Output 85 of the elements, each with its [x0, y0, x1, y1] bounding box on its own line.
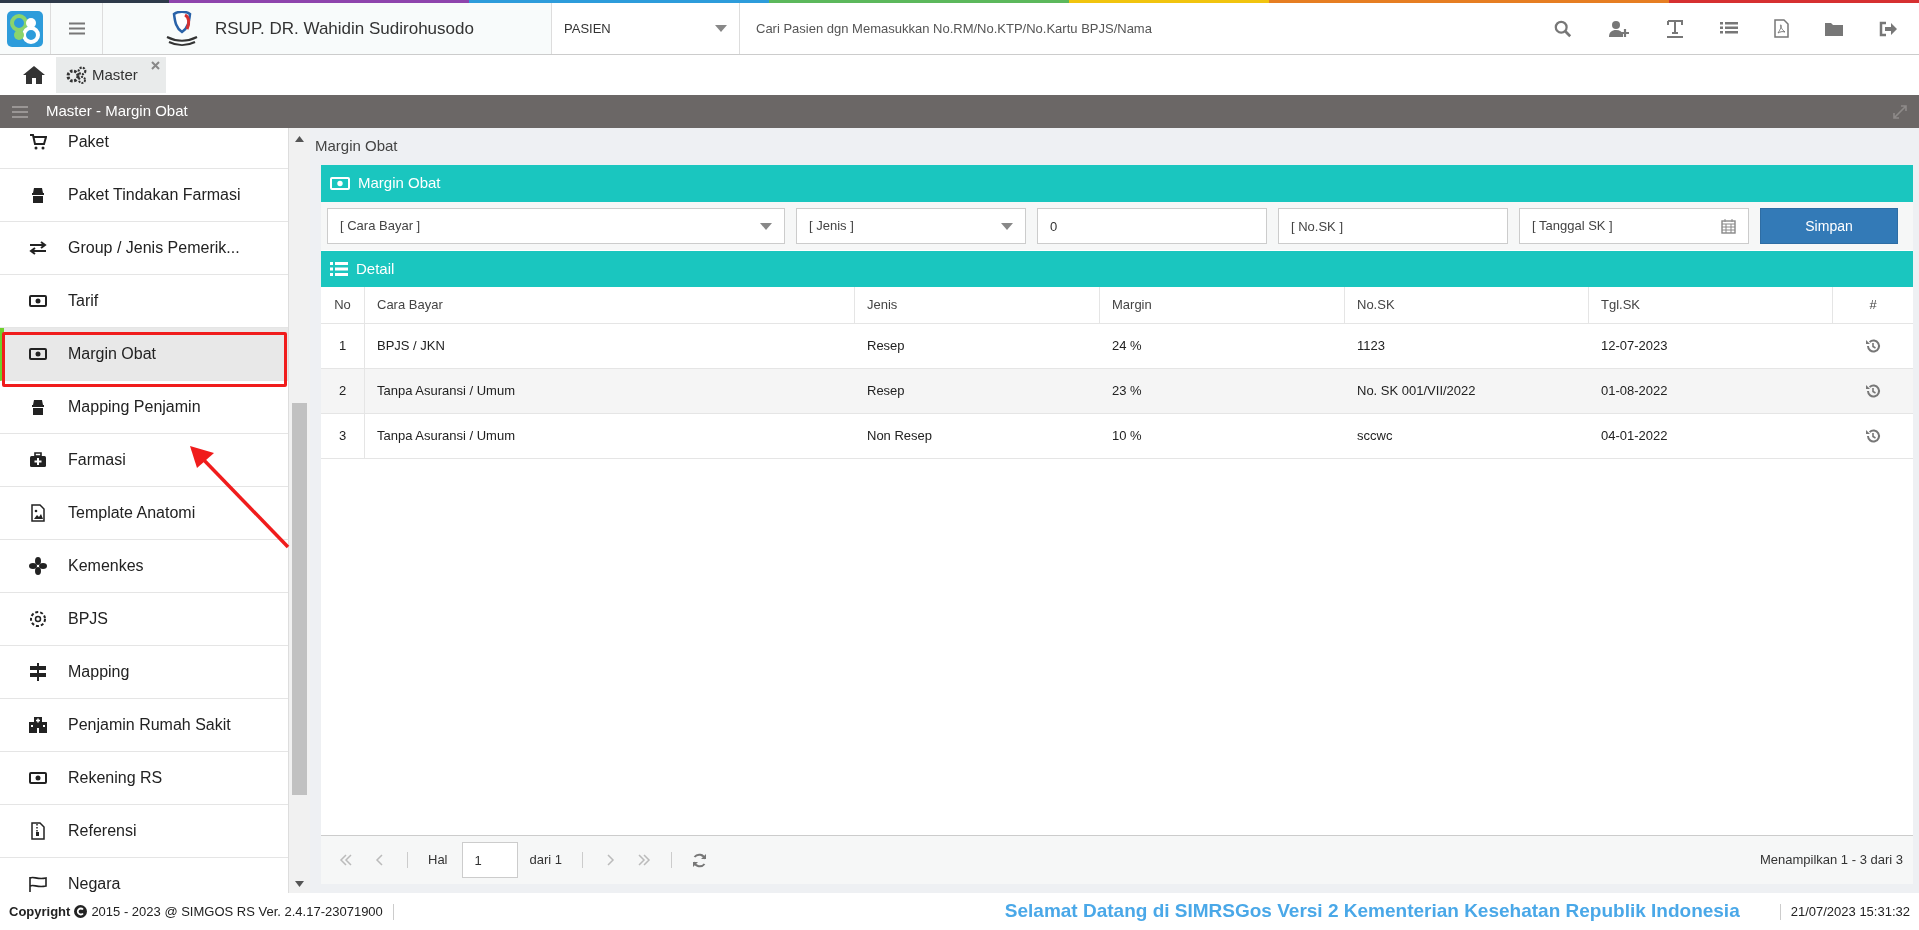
page-count: dari 1 — [529, 851, 563, 870]
history-icon[interactable] — [1865, 428, 1881, 444]
record-count: Menampilkan 1 - 3 dari 3 — [1759, 851, 1903, 870]
save-button[interactable]: Simpan — [1760, 208, 1898, 244]
page-label: Hal — [428, 851, 448, 870]
text-size-icon[interactable] — [1666, 18, 1684, 39]
caret-icon — [1001, 222, 1013, 230]
add-user-icon[interactable] — [1608, 19, 1630, 38]
panel-header: Detail — [321, 251, 1913, 287]
copyright-text: 2015 - 2023 @ SIMGOS RS Ver. 2.4.17-23071900 — [91, 902, 383, 921]
money-icon — [330, 177, 350, 190]
no-sk-field[interactable]: [ No.SK ] — [1278, 208, 1508, 244]
scroll-up-icon[interactable] — [295, 136, 304, 142]
table-cell-text: sccwc — [1356, 427, 1394, 446]
hospital-name: RSUP. DR. Wahidin Sudirohusodo — [215, 17, 474, 40]
list-icon[interactable] — [1720, 20, 1738, 37]
table-cell-text: 24 % — [1111, 337, 1143, 356]
hospital-logo-icon — [165, 10, 199, 47]
column-header: No — [321, 287, 365, 323]
medkit-icon — [29, 452, 47, 468]
search-icon[interactable] — [1554, 19, 1572, 38]
table-cell: 3 — [321, 414, 365, 458]
page-title: Master - Margin Obat — [46, 101, 189, 122]
pdf-file-icon[interactable] — [1774, 19, 1789, 38]
cart-icon — [29, 134, 47, 150]
copyright-label: Copyright — [9, 902, 71, 921]
folder-icon[interactable] — [1825, 21, 1843, 36]
table-cell-text: Tanpa Asuransi / Umum — [376, 427, 516, 446]
menu-icon — [68, 22, 85, 35]
home-icon — [22, 65, 46, 85]
column-header: No.SK — [1345, 287, 1589, 323]
cara-bayar-select[interactable]: [ Cara Bayar ] — [327, 208, 785, 244]
table-cell-text: Tanpa Asuransi / Umum — [376, 382, 516, 401]
table-cell-text: 23 % — [1111, 382, 1143, 401]
refresh-icon[interactable] — [692, 852, 708, 868]
list-icon — [330, 262, 348, 276]
table-cell-text: Resep — [866, 382, 906, 401]
column-header: Tgl.SK — [1589, 287, 1833, 323]
image-file-icon — [31, 504, 45, 522]
signpost-icon — [29, 663, 47, 681]
scroll-down-icon[interactable] — [295, 881, 304, 887]
flower-logo-icon — [29, 557, 47, 575]
column-header: # — [1868, 296, 1878, 315]
table-cell-text: 12-07-2023 — [1600, 337, 1669, 356]
money-icon — [29, 295, 47, 307]
history-icon[interactable] — [1865, 338, 1881, 354]
app-logo-icon — [6, 9, 44, 48]
table-cell: 1 — [321, 324, 365, 368]
column-header: Cara Bayar — [365, 287, 855, 323]
calendar-icon — [1721, 218, 1736, 234]
table-cell: 2 — [321, 369, 365, 413]
caret-icon — [760, 222, 772, 230]
margin-field[interactable]: 0 — [1037, 208, 1267, 244]
breadcrumb: Margin Obat — [315, 136, 398, 157]
table-cell-text: 04-01-2022 — [1600, 427, 1669, 446]
table-cell-text: No. SK 001/VII/2022 — [1356, 382, 1477, 401]
tab[interactable]: Master — [56, 57, 166, 93]
panel-header: Margin Obat — [321, 165, 1913, 202]
exchange-icon — [29, 241, 47, 255]
jenis-select[interactable]: [ Jenis ] — [796, 208, 1026, 244]
table-cell-text: Resep — [866, 337, 906, 356]
table-cell-text: 10 % — [1111, 427, 1143, 446]
welcome-text: Selamat Datang di SIMRSGos Versi 2 Kementerian Kesehatan Republik Indonesia — [1004, 899, 1740, 924]
column-header: Jenis — [855, 287, 1100, 323]
table-cell-text: Non Resep — [866, 427, 934, 446]
sidebar-item[interactable]: Margin Obat — [0, 328, 288, 381]
scrollbar[interactable] — [289, 128, 310, 893]
money-icon — [29, 348, 47, 360]
copyright-icon — [74, 905, 88, 918]
logout-icon[interactable] — [1879, 20, 1897, 37]
flag-icon — [29, 876, 47, 892]
hospital-icon — [29, 717, 47, 733]
caret-icon — [715, 24, 727, 33]
table-cell-text: 1123 — [1356, 337, 1386, 356]
zip-file-icon — [31, 822, 45, 840]
dotted-ring-icon — [29, 610, 47, 628]
close-icon[interactable] — [150, 61, 160, 70]
table-cell-text: 01-08-2022 — [1600, 382, 1669, 401]
money-icon — [29, 772, 47, 784]
column-header: Margin — [1100, 287, 1345, 323]
history-icon[interactable] — [1865, 383, 1881, 399]
page-field[interactable]: 1 — [461, 842, 518, 878]
date-time: 21/07/2023 15:31:32 — [1790, 902, 1910, 921]
tanggal-sk-field[interactable]: [ Tanggal SK ] — [1519, 208, 1749, 244]
table-cell-text: BPJS / JKN — [376, 337, 446, 356]
